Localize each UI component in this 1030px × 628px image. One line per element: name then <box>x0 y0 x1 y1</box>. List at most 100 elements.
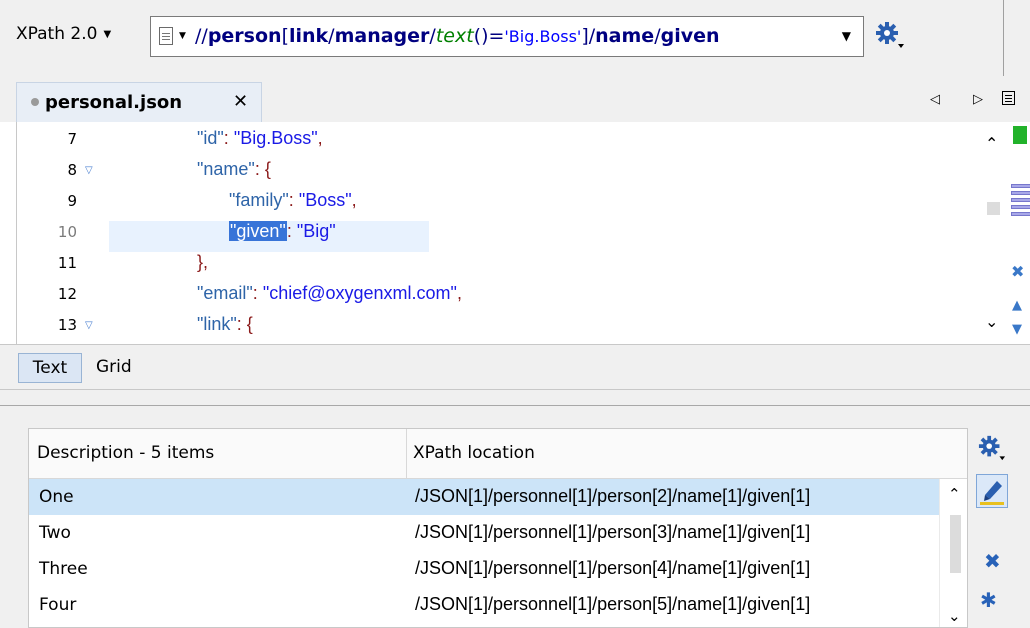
json-punct: : <box>252 283 263 303</box>
json-punct: , <box>351 190 357 210</box>
line-number: 9 <box>67 192 77 210</box>
cell-xpath: /JSON[1]/personnel[1]/person[3]/name[1]/… <box>415 522 811 542</box>
json-string: "chief@oxygenxml.com" <box>262 283 457 303</box>
document-icon[interactable] <box>159 27 173 45</box>
tab-grid-mode[interactable]: Grid <box>96 353 132 383</box>
chevron-down-icon[interactable]: ⌄ <box>948 607 961 625</box>
json-punct: , <box>317 128 323 148</box>
xpath-token: text <box>435 25 474 47</box>
json-string: "Big" <box>296 221 336 241</box>
chevron-up-icon[interactable]: ⌃ <box>948 485 961 503</box>
fold-toggle-icon[interactable]: ▽ <box>85 165 93 176</box>
editor-mode-tabs: Text Grid <box>0 344 1030 390</box>
cell-xpath: /JSON[1]/personnel[1]/person[4]/name[1]/… <box>415 558 811 578</box>
cell-xpath: /JSON[1]/personnel[1]/person[5]/name[1]/… <box>415 594 811 614</box>
results-table: Description - 5 items XPath location One… <box>28 428 968 628</box>
json-key: "family" <box>229 190 289 210</box>
next-occurrence-icon[interactable]: ▼ <box>1012 322 1022 337</box>
xpath-version-dropdown[interactable]: XPath 2.0 ▼ <box>16 24 111 44</box>
table-row[interactable]: Two /JSON[1]/personnel[1]/person[3]/name… <box>29 515 939 551</box>
document-status-ok-icon <box>1013 126 1027 144</box>
cell-description: One <box>39 487 74 507</box>
line-number: 10 <box>57 223 77 241</box>
xpath-token: manager <box>334 25 430 47</box>
xpath-token: // <box>195 25 208 47</box>
table-row[interactable]: Four /JSON[1]/personnel[1]/person[5]/nam… <box>29 587 939 623</box>
scrollbar-thumb[interactable] <box>987 202 1000 215</box>
code-line: "email": "chief@oxygenxml.com", <box>197 283 462 304</box>
json-key: "name" <box>197 159 255 179</box>
json-punct: , <box>456 283 462 303</box>
highlighter-icon[interactable] <box>976 474 1008 508</box>
xpath-token: link <box>288 25 329 47</box>
code-line: "link": { <box>197 314 253 335</box>
line-number: 7 <box>67 130 77 148</box>
gear-icon[interactable] <box>978 434 1006 462</box>
table-row[interactable]: One /JSON[1]/personnel[1]/person[2]/name… <box>29 479 939 515</box>
occurrence-markers[interactable] <box>1011 184 1030 219</box>
line-number-gutter: 7 8 ▽ 9 10 11 12 13 ▽ <box>17 122 107 344</box>
scrollbar-thumb[interactable] <box>950 515 961 573</box>
next-tab-icon[interactable]: ▷ <box>973 92 983 107</box>
column-divider[interactable] <box>406 429 407 479</box>
xpath-token: ] <box>581 25 589 47</box>
json-punct: : { <box>254 159 271 179</box>
json-key: "link" <box>197 314 237 334</box>
tab-list-icon[interactable] <box>1002 91 1015 105</box>
remove-markers-icon[interactable]: ✖ <box>1011 262 1024 281</box>
editor-vertical-scrollbar[interactable]: ⌃ ⌄ <box>975 122 1009 344</box>
line-number: 13 <box>57 316 77 334</box>
json-punct: : <box>286 221 297 241</box>
line-number: 8 <box>67 161 77 179</box>
code-line: }, <box>197 252 208 273</box>
code-line: "id": "Big.Boss", <box>197 128 323 149</box>
json-string: "Big.Boss" <box>233 128 318 148</box>
results-table-header: Description - 5 items XPath location <box>29 429 967 479</box>
highlighter-glyph <box>980 481 1004 505</box>
unmodified-dot-icon <box>31 98 39 106</box>
chevron-down-icon: ▼ <box>103 29 112 40</box>
panel-separator <box>0 390 1030 406</box>
panel-border <box>1003 0 1004 76</box>
table-row[interactable]: Three /JSON[1]/personnel[1]/person[4]/na… <box>29 551 939 587</box>
editor-tab-strip: personal.json ✕ ◁ ▷ <box>0 76 1030 122</box>
cell-xpath: /JSON[1]/personnel[1]/person[2]/name[1]/… <box>415 486 811 506</box>
xpath-token: name <box>595 25 655 47</box>
remove-icon[interactable]: ✖ <box>984 549 1001 573</box>
json-punct: : <box>288 190 299 210</box>
json-punct: : <box>223 128 234 148</box>
tab-personal-json[interactable]: personal.json ✕ <box>16 82 262 122</box>
line-number: 11 <box>57 254 77 272</box>
code-line: "family": "Boss", <box>229 190 357 211</box>
tab-text-mode[interactable]: Text <box>18 353 82 383</box>
column-header-xpath-location[interactable]: XPath location <box>413 443 535 463</box>
overview-ruler[interactable]: ✖ ▲ ▼ <box>1009 122 1030 344</box>
close-icon[interactable]: ✕ <box>233 91 248 112</box>
xpath-history-dropdown-icon[interactable]: ▼ <box>842 29 851 43</box>
previous-tab-icon[interactable]: ◁ <box>930 92 940 107</box>
tab-label: personal.json <box>45 92 183 113</box>
chevron-down-icon[interactable]: ⌄ <box>985 312 998 331</box>
json-punct: : { <box>236 314 253 334</box>
gear-icon[interactable] <box>875 20 905 50</box>
xpath-toolbar: XPath 2.0 ▼ ▼ //person[link/manager/text(… <box>0 0 1030 76</box>
remove-all-icon[interactable]: ✱ <box>980 588 997 612</box>
chevron-up-icon[interactable]: ⌃ <box>985 134 998 153</box>
line-number: 12 <box>57 285 77 303</box>
xpath-version-label: XPath 2.0 <box>16 24 98 44</box>
xpath-token: [ <box>281 25 289 47</box>
xpath-expression-input[interactable]: ▼ //person[link/manager/text()='Big.Boss… <box>150 16 864 57</box>
chevron-down-icon[interactable]: ▼ <box>179 31 186 41</box>
xpath-token: given <box>660 25 720 47</box>
xpath-token: person <box>207 25 282 47</box>
fold-toggle-icon[interactable]: ▽ <box>85 320 93 331</box>
json-string: "Boss" <box>298 190 352 210</box>
json-editor[interactable]: 7 8 ▽ 9 10 11 12 13 ▽ "id": "Big.Boss", … <box>16 122 1030 344</box>
results-vertical-scrollbar[interactable]: ⌃ ⌄ <box>939 479 967 627</box>
cell-description: Four <box>39 595 77 615</box>
previous-occurrence-icon[interactable]: ▲ <box>1012 298 1022 313</box>
cell-description: Two <box>39 523 71 543</box>
json-key: "id" <box>197 128 224 148</box>
xpath-expression-text[interactable]: //person[link/manager/text()='Big.Boss']… <box>195 25 720 47</box>
column-header-description[interactable]: Description - 5 items <box>37 443 214 463</box>
